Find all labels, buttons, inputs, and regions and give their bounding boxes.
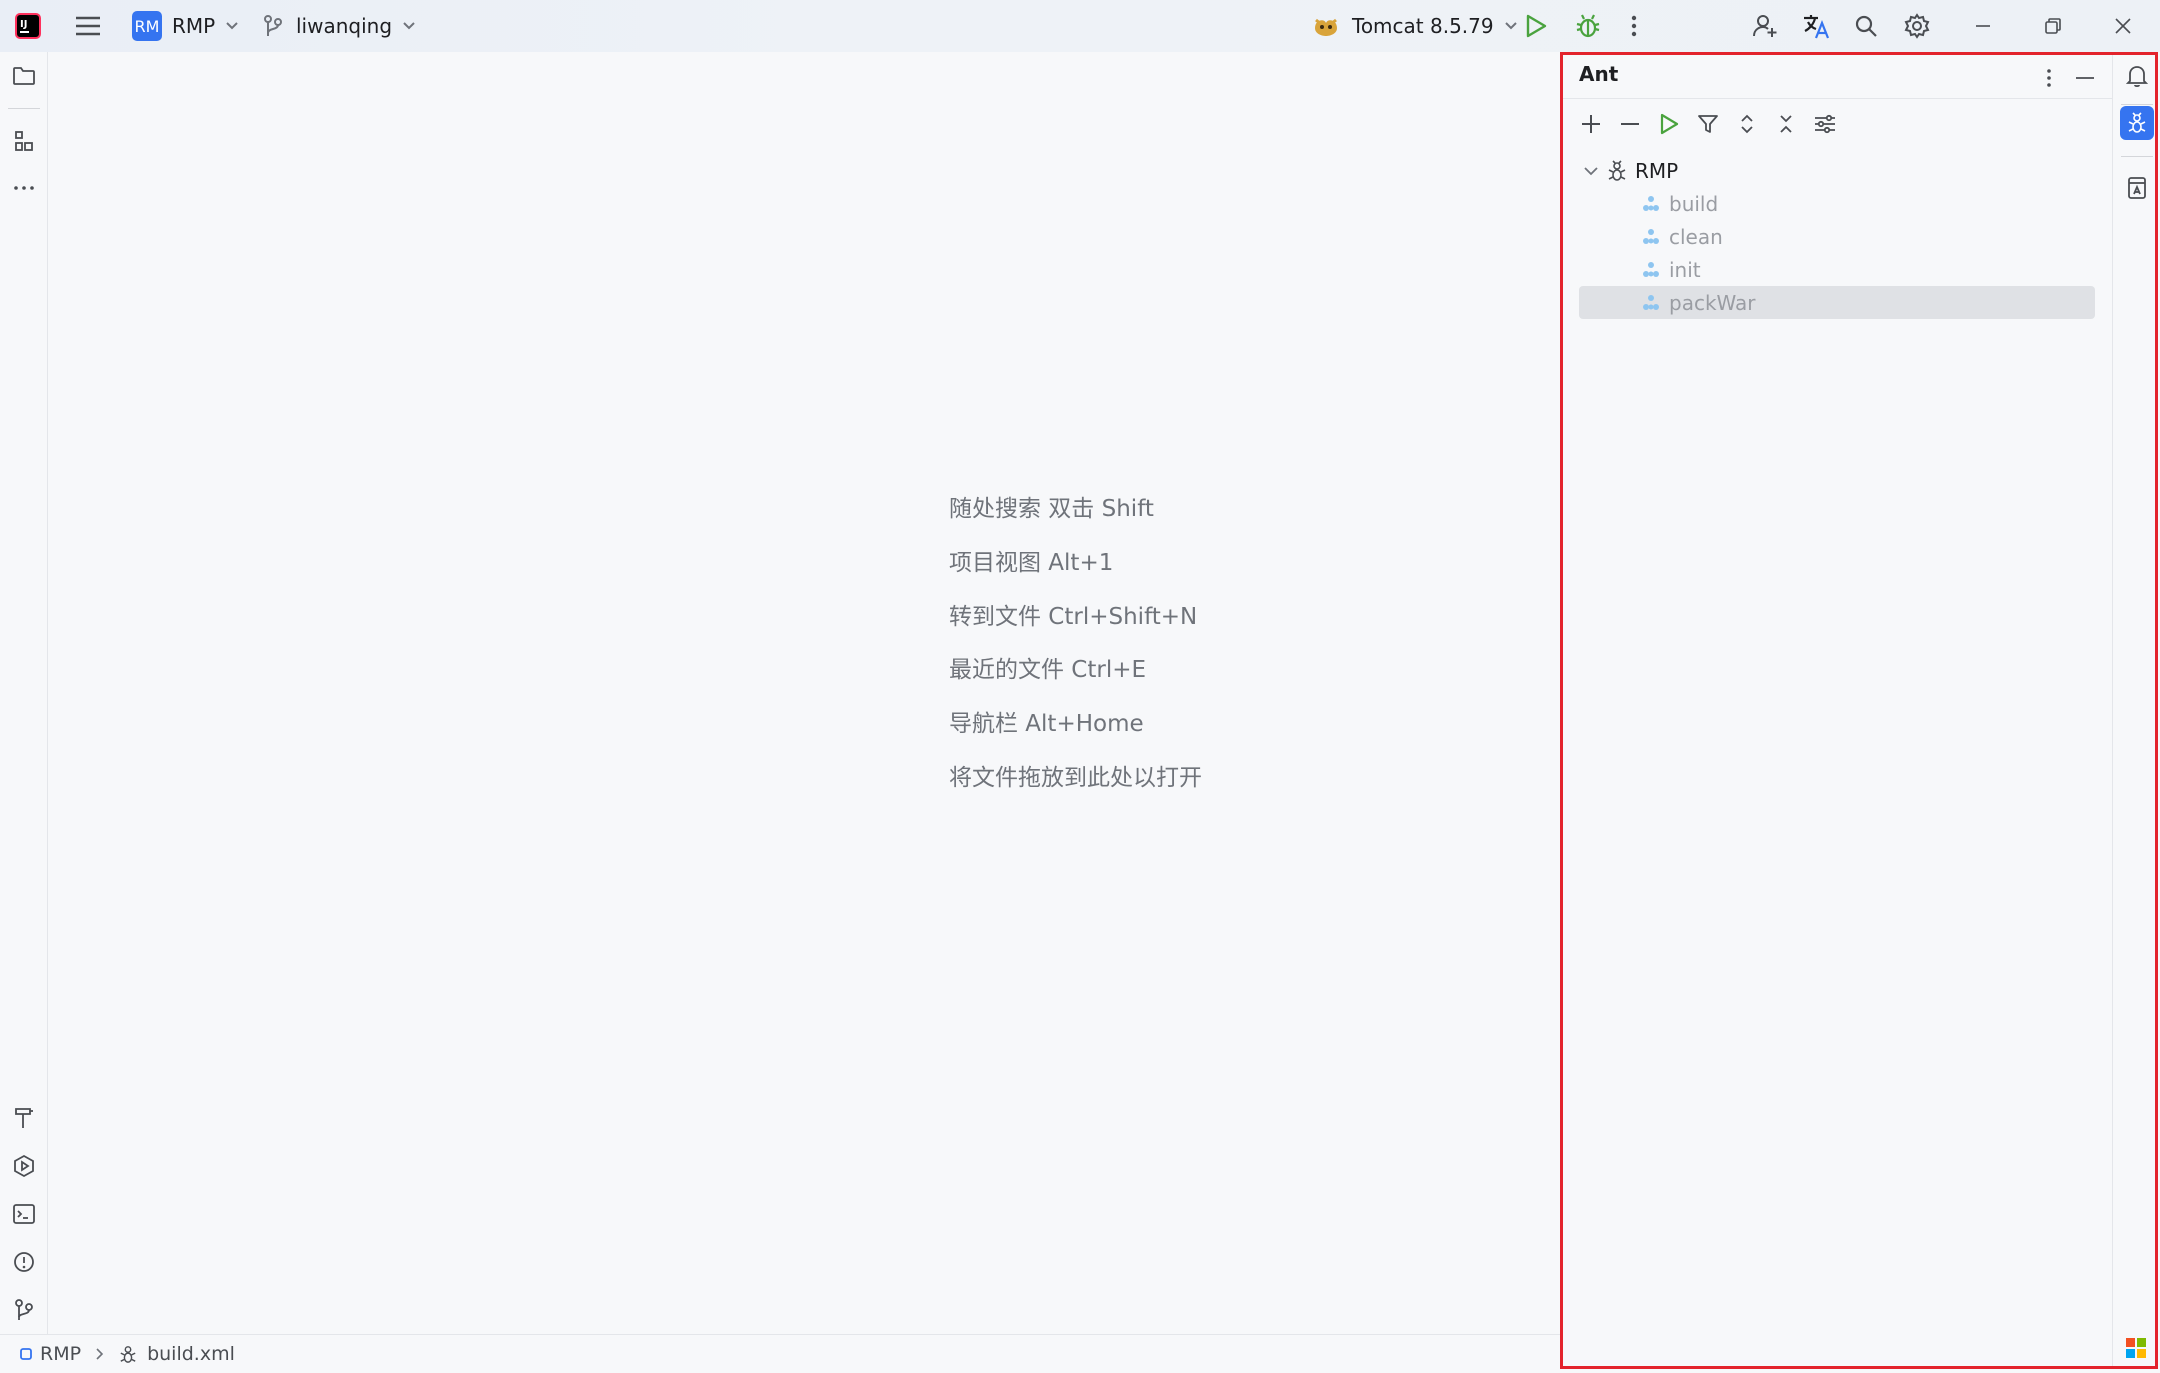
search-icon[interactable] xyxy=(1854,0,1878,52)
problems-icon[interactable] xyxy=(10,1248,38,1276)
run-icon[interactable] xyxy=(1524,0,1548,52)
breadcrumb-file[interactable]: build.xml xyxy=(147,1343,235,1365)
hint-project-view: 项目视图 Alt+1 xyxy=(949,550,1114,576)
more-vertical-icon[interactable] xyxy=(2037,64,2061,92)
branch-name: liwanqing xyxy=(296,14,393,38)
ant-build-icon xyxy=(119,1344,137,1364)
project-folder-icon[interactable] xyxy=(10,62,38,90)
chevron-down-icon[interactable] xyxy=(1583,165,1599,177)
hint-drop-files: 将文件拖放到此处以打开 xyxy=(949,765,1202,791)
more-vertical-icon[interactable] xyxy=(1630,0,1638,52)
run-configuration-selector[interactable]: Tomcat 8.5.79 xyxy=(1312,0,1518,52)
settings-sliders-icon[interactable] xyxy=(1807,106,1843,142)
minimize-window-icon[interactable] xyxy=(1974,0,1992,52)
ant-target-icon xyxy=(1641,261,1661,279)
git-icon[interactable] xyxy=(10,1296,38,1324)
chevron-right-icon xyxy=(95,1347,105,1361)
hide-panel-icon[interactable] xyxy=(2071,64,2099,92)
intellij-logo-icon[interactable]: IJ xyxy=(14,0,42,52)
filter-icon[interactable] xyxy=(1690,106,1726,142)
gear-icon[interactable] xyxy=(1904,0,1930,52)
branch-selector[interactable]: liwanqing xyxy=(262,0,416,52)
ant-target-build[interactable]: build xyxy=(1579,187,2095,220)
ant-tool-window: Ant RMP build clean init packWar xyxy=(1560,52,2112,1368)
ai-assistant-icon[interactable] xyxy=(2123,174,2151,202)
target-label: clean xyxy=(1669,224,1723,249)
close-window-icon[interactable] xyxy=(2114,0,2132,52)
breadcrumb: RMP build.xml xyxy=(20,1343,235,1365)
separator xyxy=(1561,98,2112,99)
separator xyxy=(8,108,40,109)
module-icon xyxy=(20,1348,32,1360)
hint-goto-file: 转到文件 Ctrl+Shift+N xyxy=(949,604,1198,630)
terminal-icon[interactable] xyxy=(10,1200,38,1228)
tomcat-icon xyxy=(1312,14,1340,38)
target-label: packWar xyxy=(1669,290,1756,315)
ant-target-packwar[interactable]: packWar xyxy=(1579,286,2095,319)
ant-tool-window-button[interactable] xyxy=(2120,106,2154,140)
chevron-down-icon xyxy=(225,21,239,31)
add-build-file-icon[interactable] xyxy=(1573,106,1609,142)
separator xyxy=(2121,156,2153,157)
ant-target-icon xyxy=(1641,195,1661,213)
ant-target-icon xyxy=(1641,228,1661,246)
build-hammer-icon[interactable] xyxy=(10,1104,38,1132)
hint-navigation-bar: 导航栏 Alt+Home xyxy=(949,711,1144,737)
windows-logo-icon xyxy=(2125,1337,2147,1359)
ant-build-icon xyxy=(1607,159,1627,182)
project-selector[interactable]: RM RMP xyxy=(132,0,239,52)
svg-text:IJ: IJ xyxy=(20,19,27,30)
run-target-icon[interactable] xyxy=(1651,106,1687,142)
services-icon[interactable] xyxy=(10,1152,38,1180)
project-badge: RM xyxy=(132,11,162,41)
right-tool-strip xyxy=(2112,52,2160,1368)
translate-icon[interactable] xyxy=(1802,0,1830,52)
more-horizontal-icon[interactable] xyxy=(10,174,38,202)
ant-icon xyxy=(2127,112,2147,134)
ant-target-icon xyxy=(1641,294,1661,312)
breadcrumb-project[interactable]: RMP xyxy=(40,1343,81,1365)
title-bar: IJ RM RMP liwanqing Tomcat 8.5.79 xyxy=(0,0,2160,52)
debug-icon[interactable] xyxy=(1574,0,1602,52)
tree-root-label: RMP xyxy=(1635,158,1679,183)
structure-icon[interactable] xyxy=(10,127,38,155)
add-user-icon[interactable] xyxy=(1752,0,1778,52)
ant-target-init[interactable]: init xyxy=(1579,253,2095,286)
remove-build-file-icon[interactable] xyxy=(1612,106,1648,142)
ant-target-clean[interactable]: clean xyxy=(1579,220,2095,253)
ant-panel-title: Ant xyxy=(1579,62,1619,86)
left-tool-strip xyxy=(0,52,48,1334)
target-label: build xyxy=(1669,191,1719,216)
project-name: RMP xyxy=(172,14,216,38)
hint-search-everywhere: 随处搜索 双击 Shift xyxy=(949,496,1154,522)
collapse-all-icon[interactable] xyxy=(1768,106,1804,142)
tree-root-rmp[interactable]: RMP xyxy=(1579,154,2095,187)
hamburger-menu-icon[interactable] xyxy=(74,0,102,52)
git-branch-icon xyxy=(262,14,284,38)
chevron-down-icon xyxy=(1504,21,1518,31)
notifications-bell-icon[interactable] xyxy=(2123,62,2151,90)
status-bar: RMP build.xml xyxy=(0,1334,1560,1373)
restore-window-icon[interactable] xyxy=(2044,0,2062,52)
expand-all-icon[interactable] xyxy=(1729,106,1765,142)
run-config-label: Tomcat 8.5.79 xyxy=(1352,14,1494,38)
editor-empty-area[interactable]: 随处搜索 双击 Shift 项目视图 Alt+1 转到文件 Ctrl+Shift… xyxy=(48,52,1560,1334)
hint-recent-files: 最近的文件 Ctrl+E xyxy=(949,657,1147,683)
target-label: init xyxy=(1669,257,1701,282)
chevron-down-icon xyxy=(402,21,416,31)
separator xyxy=(2121,104,2153,105)
